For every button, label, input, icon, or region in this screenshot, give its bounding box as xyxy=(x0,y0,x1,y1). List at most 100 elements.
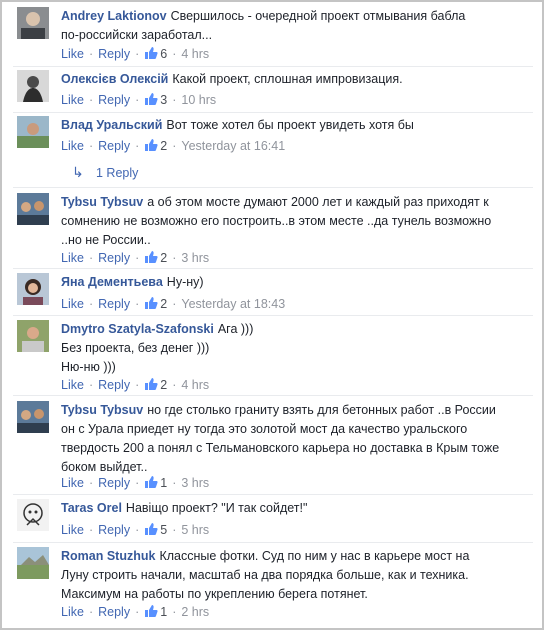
like-count[interactable]: 2 xyxy=(144,251,167,265)
comment-text-line: Без проекта, без денег ))) xyxy=(61,341,210,355)
comment-time[interactable]: 5 hrs xyxy=(181,523,209,537)
view-replies-link[interactable]: ↳ 1 Reply xyxy=(72,163,138,182)
avatar[interactable] xyxy=(17,7,49,39)
avatar[interactable] xyxy=(17,499,49,531)
thumbs-up-icon xyxy=(144,475,158,489)
comment-text-line: а об этом мосте думают 2000 лет и каждый… xyxy=(147,195,489,209)
thumbs-up-icon xyxy=(144,46,158,60)
reply-arrow-icon: ↳ xyxy=(72,164,84,180)
divider xyxy=(13,494,533,495)
thumbs-up-icon xyxy=(144,138,158,152)
comment-time[interactable]: 2 hrs xyxy=(181,605,209,619)
comment-text-line: Ню-ню ))) xyxy=(61,360,116,374)
comment-author[interactable]: Andrey Laktionov xyxy=(61,9,167,23)
comment-body: Andrey Laktionov Свершилось - очередной п… xyxy=(61,7,533,45)
reply-link[interactable]: Reply xyxy=(98,605,130,619)
comment-author[interactable]: Roman Stuzhuk xyxy=(61,549,155,563)
avatar[interactable] xyxy=(17,116,49,148)
divider xyxy=(13,542,533,543)
comment-actions: Like · Reply · 2 · Yesterday at 16:41 xyxy=(61,139,286,153)
comment-time[interactable]: 3 hrs xyxy=(181,476,209,490)
thumbs-up-icon xyxy=(144,522,158,536)
like-count[interactable]: 5 xyxy=(144,523,167,537)
avatar[interactable] xyxy=(17,193,49,225)
like-link[interactable]: Like xyxy=(61,378,84,392)
comment-text-line: Максимум на работы по укреплению берега … xyxy=(61,587,368,601)
comment-text-line: твердость 200 а понял с Тельмановского к… xyxy=(61,441,500,455)
comment-time[interactable]: Yesterday at 16:41 xyxy=(181,139,285,153)
comment-text-line: Луну строить начали, масштаб на два поря… xyxy=(61,568,469,582)
like-link[interactable]: Like xyxy=(61,605,84,619)
comment-author[interactable]: Олексієв Олексій xyxy=(61,72,168,86)
thumbs-up-icon xyxy=(144,250,158,264)
like-count[interactable]: 1 xyxy=(144,476,167,490)
comment-actions: Like · Reply · 2 · 4 hrs xyxy=(61,378,210,392)
reply-link[interactable]: Reply xyxy=(98,476,130,490)
avatar[interactable] xyxy=(17,320,49,352)
like-count[interactable]: 2 xyxy=(144,297,167,311)
comment-author[interactable]: Tybsu Tybsuv xyxy=(61,195,143,209)
comment-text-line: он с Урала приедет ну тогда это золотой … xyxy=(61,422,468,436)
divider xyxy=(13,315,533,316)
comment-actions: Like · Reply · 5 · 5 hrs xyxy=(61,523,210,537)
like-count[interactable]: 2 xyxy=(144,378,167,392)
comment-text-line: по-российски заработал... xyxy=(61,28,213,42)
divider xyxy=(13,66,533,67)
thumbs-up-icon xyxy=(144,92,158,106)
thumbs-up-icon xyxy=(144,296,158,310)
comment-time[interactable]: Yesterday at 18:43 xyxy=(181,297,285,311)
divider xyxy=(13,395,533,396)
like-link[interactable]: Like xyxy=(61,47,84,61)
reply-link[interactable]: Reply xyxy=(98,251,130,265)
comment-actions: Like · Reply · 6 · 4 hrs xyxy=(61,47,210,61)
thumbs-up-icon xyxy=(144,604,158,618)
like-count[interactable]: 6 xyxy=(144,47,167,61)
like-link[interactable]: Like xyxy=(61,523,84,537)
comment-time[interactable]: 3 hrs xyxy=(181,251,209,265)
comment-text-line: Свершилось - очередной проект отмывания … xyxy=(170,9,466,23)
comments-panel: Andrey Laktionov Свершилось - очередной п… xyxy=(0,0,544,630)
like-link[interactable]: Like xyxy=(61,93,84,107)
comment-text-line: боком выйдет.. xyxy=(61,460,148,474)
comment-text-line: сомнению не возможно его построить..в эт… xyxy=(61,214,492,228)
comment-text-line: Ну-ну) xyxy=(166,275,204,289)
comment-actions: Like · Reply · 3 · 10 hrs xyxy=(61,93,217,107)
divider xyxy=(13,187,533,188)
like-count[interactable]: 1 xyxy=(144,605,167,619)
like-link[interactable]: Like xyxy=(61,139,84,153)
comment-text-line: ..но не России.. xyxy=(61,233,151,247)
comment-actions: Like · Reply · 1 · 3 hrs xyxy=(61,476,210,490)
comment-time[interactable]: 4 hrs xyxy=(181,47,209,61)
like-link[interactable]: Like xyxy=(61,297,84,311)
comment-author[interactable]: Яна Дементьева xyxy=(61,275,163,289)
comment-actions: Like · Reply · 1 · 2 hrs xyxy=(61,605,210,619)
comment-author[interactable]: Taras Orel xyxy=(61,501,122,515)
like-link[interactable]: Like xyxy=(61,251,84,265)
comment-author[interactable]: Dmytro Szatyla-Szafonski xyxy=(61,322,214,336)
reply-link[interactable]: Reply xyxy=(98,523,130,537)
comment-time[interactable]: 4 hrs xyxy=(181,378,209,392)
comment-text-line: но где столько граниту взять для бетонны… xyxy=(147,403,496,417)
thumbs-up-icon xyxy=(144,377,158,391)
comment-text-line: Вот тоже хотел бы проект увидеть хотя бы xyxy=(166,118,414,132)
comment-text-line: Навіщо проект? "И так сойдет!" xyxy=(125,501,308,515)
comment-text-line: Ага ))) xyxy=(217,322,254,336)
avatar[interactable] xyxy=(17,401,49,433)
like-count[interactable]: 3 xyxy=(144,93,167,107)
like-count[interactable]: 2 xyxy=(144,139,167,153)
divider xyxy=(13,112,533,113)
divider xyxy=(13,268,533,269)
avatar[interactable] xyxy=(17,70,49,102)
comment-author[interactable]: Tybsu Tybsuv xyxy=(61,403,143,417)
reply-link[interactable]: Reply xyxy=(98,139,130,153)
reply-link[interactable]: Reply xyxy=(98,378,130,392)
comment-author[interactable]: Влад Уральский xyxy=(61,118,162,132)
comment-time[interactable]: 10 hrs xyxy=(181,93,216,107)
reply-link[interactable]: Reply xyxy=(98,47,130,61)
like-link[interactable]: Like xyxy=(61,476,84,490)
reply-link[interactable]: Reply xyxy=(98,93,130,107)
comment-text-line: Какой проект, сплошная импровизация. xyxy=(172,72,403,86)
avatar[interactable] xyxy=(17,547,49,579)
avatar[interactable] xyxy=(17,273,49,305)
reply-link[interactable]: Reply xyxy=(98,297,130,311)
